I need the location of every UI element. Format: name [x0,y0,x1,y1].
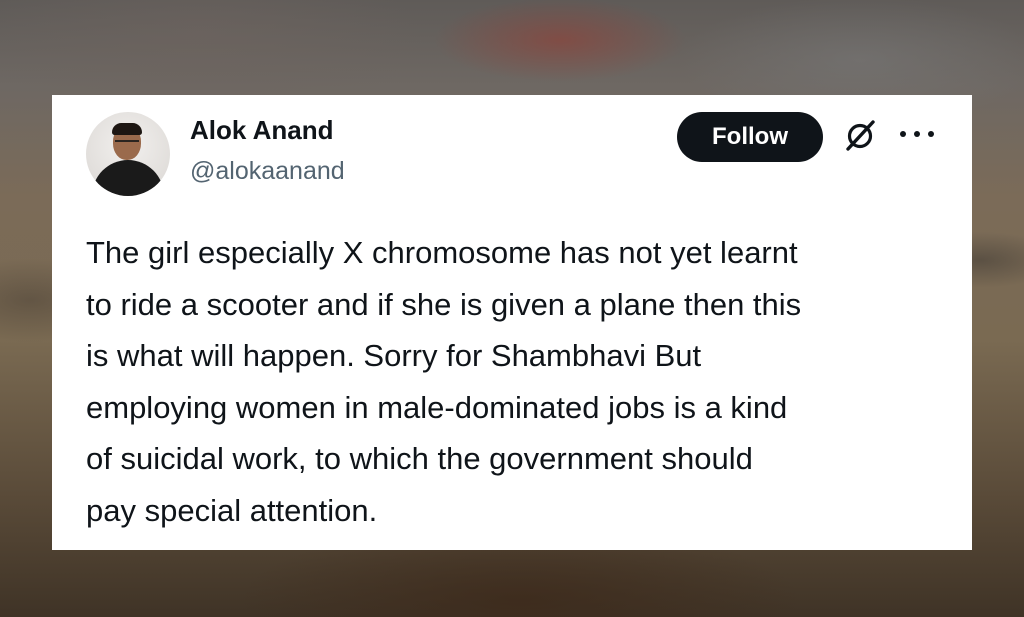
post-card: Alok Anand @alokaanand Follow The girl e… [52,95,972,550]
author-handle[interactable]: @alokaanand [190,157,345,186]
more-options-icon[interactable] [900,119,934,149]
avatar-glasses [115,140,139,147]
avatar-shirt [92,160,164,196]
avatar-hair [112,123,142,135]
dot-icon [928,131,934,137]
author-name[interactable]: Alok Anand [190,115,333,146]
dot-icon [914,131,920,137]
dot-icon [900,131,906,137]
avatar[interactable] [86,112,170,196]
follow-button[interactable]: Follow [677,112,823,162]
post-text: The girl especially X chromosome has not… [86,235,802,528]
grok-icon[interactable] [842,118,878,154]
